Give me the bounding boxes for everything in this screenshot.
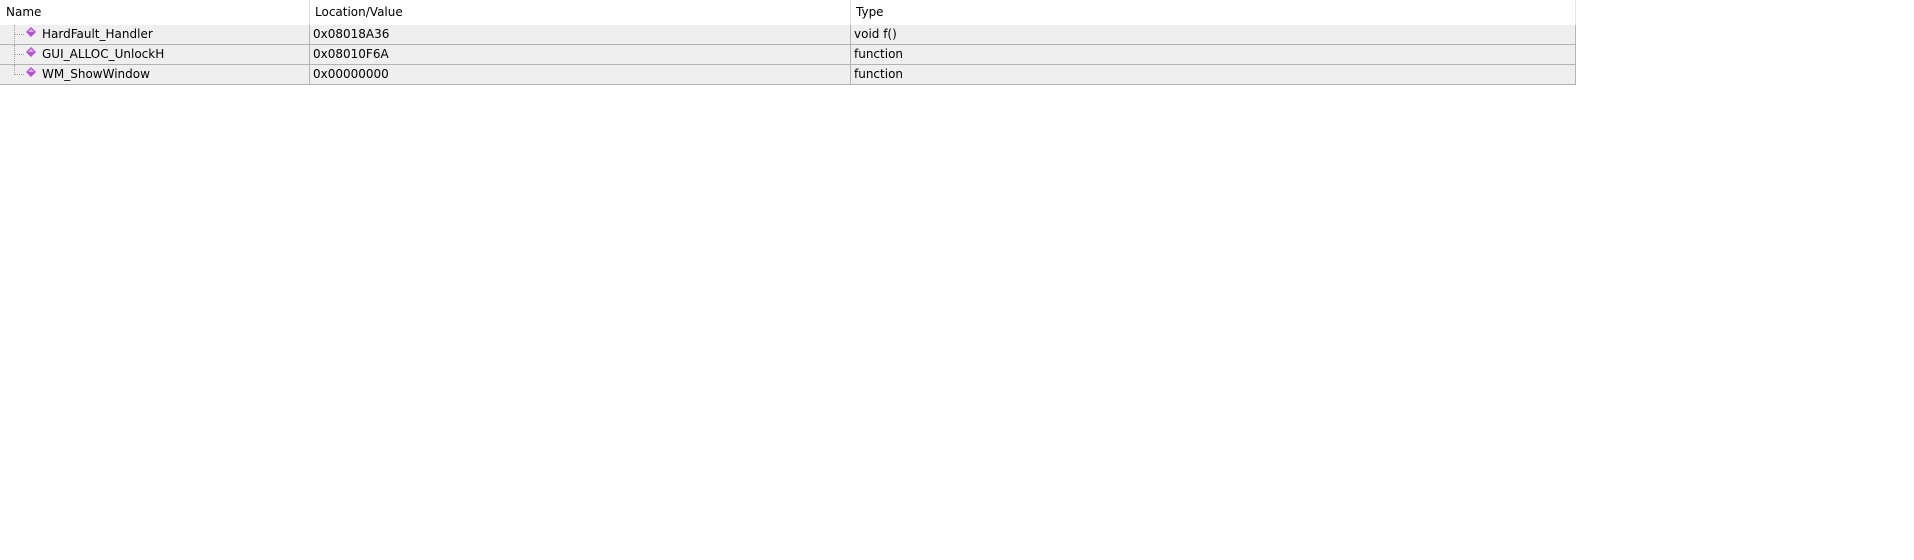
row-location-value: 0x08018A36 bbox=[313, 27, 390, 41]
row-name: WM_ShowWindow bbox=[42, 67, 150, 81]
function-diamond-icon bbox=[26, 67, 36, 77]
function-diamond-icon bbox=[26, 47, 36, 57]
tree-line bbox=[14, 54, 24, 55]
column-separator[interactable] bbox=[850, 0, 851, 25]
table-row[interactable]: WM_ShowWindow 0x00000000 function bbox=[0, 65, 1576, 85]
column-header: Name Location/Value Type bbox=[0, 0, 1576, 25]
tree-line bbox=[14, 25, 15, 45]
cell-divider bbox=[1575, 65, 1576, 85]
row-location-value: 0x08010F6A bbox=[313, 47, 389, 61]
watch-table: Name Location/Value Type HardFault_Handl… bbox=[0, 0, 1576, 85]
row-location-value: 0x00000000 bbox=[313, 67, 389, 81]
column-header-location[interactable]: Location/Value bbox=[315, 0, 403, 25]
cell-divider bbox=[1575, 45, 1576, 65]
cell-divider bbox=[850, 65, 851, 85]
column-header-name[interactable]: Name bbox=[6, 0, 41, 25]
cell-divider bbox=[850, 45, 851, 65]
table-row[interactable]: GUI_ALLOC_UnlockH 0x08010F6A function bbox=[0, 45, 1576, 65]
tree-line bbox=[14, 34, 24, 35]
function-diamond-icon bbox=[26, 27, 36, 37]
row-type: void f() bbox=[854, 27, 897, 41]
column-separator[interactable] bbox=[1575, 0, 1576, 25]
row-name: GUI_ALLOC_UnlockH bbox=[42, 47, 165, 61]
column-separator[interactable] bbox=[309, 0, 310, 25]
row-type: function bbox=[854, 67, 904, 81]
cell-divider bbox=[309, 45, 310, 65]
row-name: HardFault_Handler bbox=[42, 27, 153, 41]
cell-divider bbox=[1575, 25, 1576, 45]
tree-line bbox=[14, 74, 24, 75]
watch-rows: HardFault_Handler 0x08018A36 void f() GU… bbox=[0, 25, 1576, 85]
row-type: function bbox=[854, 47, 904, 61]
cell-divider bbox=[309, 65, 310, 85]
table-row[interactable]: HardFault_Handler 0x08018A36 void f() bbox=[0, 25, 1576, 45]
tree-line bbox=[14, 45, 15, 65]
column-header-type[interactable]: Type bbox=[856, 0, 884, 25]
cell-divider bbox=[309, 25, 310, 45]
cell-divider bbox=[850, 25, 851, 45]
